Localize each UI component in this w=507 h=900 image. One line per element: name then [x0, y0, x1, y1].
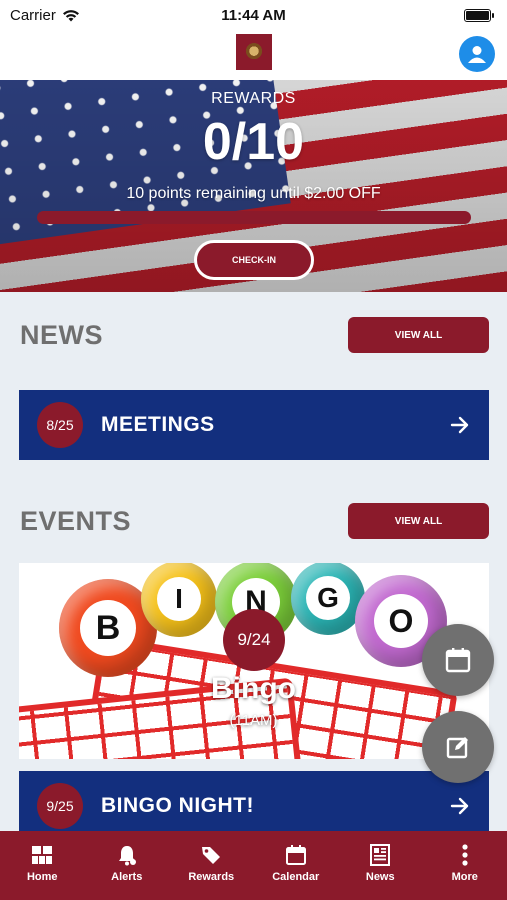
- rewards-count: 0/10: [202, 113, 305, 171]
- event-date-badge: 9/24: [223, 609, 285, 671]
- events-view-all-button[interactable]: VIEW ALL: [348, 503, 489, 539]
- bottom-tab-bar: Home Alerts Rewards Calendar News More: [0, 831, 507, 900]
- tab-label: News: [365, 871, 395, 883]
- news-item-title: MEETINGS: [101, 413, 215, 436]
- newspaper-icon: [370, 844, 391, 866]
- tab-alerts[interactable]: Alerts: [85, 831, 170, 900]
- status-bar: Carrier 11:44 AM: [0, 0, 507, 30]
- arrow-right-icon: [450, 416, 469, 434]
- tab-label: Alerts: [111, 871, 143, 883]
- wifi-icon: [62, 9, 79, 21]
- bell-icon: [118, 846, 136, 866]
- tab-news[interactable]: News: [338, 831, 423, 900]
- rewards-label: REWARDS: [211, 90, 296, 107]
- calendar-icon: [285, 845, 306, 865]
- edit-icon: [446, 737, 468, 759]
- events-heading: EVENTS: [20, 506, 132, 536]
- club-logo[interactable]: [236, 34, 272, 70]
- tab-label: More: [451, 871, 478, 883]
- more-icon: [462, 844, 468, 866]
- tab-more[interactable]: More: [423, 831, 507, 900]
- tab-label: Calendar: [272, 871, 320, 883]
- app-header: [0, 30, 507, 80]
- bingo-ball-i: I: [141, 563, 217, 637]
- rewards-remaining-text: 10 points remaining until $2.00 OFF: [126, 185, 381, 202]
- tab-calendar[interactable]: Calendar: [254, 831, 339, 900]
- news-item-meetings[interactable]: 8/25 MEETINGS: [19, 390, 489, 460]
- news-view-all-button[interactable]: VIEW ALL: [348, 317, 489, 353]
- bingo-ball-g: G: [291, 563, 365, 635]
- rewards-banner: REWARDS 0/10 10 points remaining until $…: [0, 80, 507, 292]
- event-item-title: BINGO NIGHT!: [101, 794, 254, 817]
- tab-label: Home: [26, 871, 58, 883]
- carrier-label: Carrier: [10, 6, 56, 24]
- tab-label: Rewards: [188, 871, 235, 883]
- user-icon: [468, 46, 486, 63]
- news-heading: NEWS: [20, 320, 103, 350]
- event-item-date: 9/25: [37, 783, 83, 829]
- tab-rewards[interactable]: Rewards: [169, 831, 254, 900]
- checkin-button[interactable]: CHECK-IN: [194, 240, 314, 280]
- rewards-progress-bar: [37, 211, 471, 224]
- profile-button[interactable]: [459, 36, 495, 72]
- home-icon: [32, 846, 53, 864]
- edit-fab-button[interactable]: [422, 711, 494, 783]
- battery-icon: [464, 8, 494, 22]
- tag-icon: [202, 847, 221, 864]
- news-item-date: 8/25: [37, 402, 83, 448]
- arrow-right-icon: [450, 797, 469, 815]
- calendar-fab-button[interactable]: [422, 624, 494, 696]
- tab-home[interactable]: Home: [0, 831, 85, 900]
- calendar-icon: [445, 648, 471, 673]
